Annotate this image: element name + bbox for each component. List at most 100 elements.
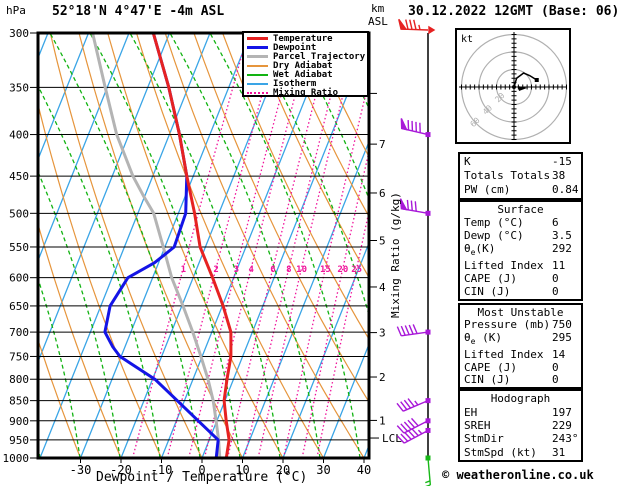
panel-row-label: θe(K) xyxy=(464,241,496,258)
wind-barb xyxy=(400,118,431,138)
panel-row-label: θe (K) xyxy=(464,331,502,347)
pressure-axis-labels: 300 350 400 450 500 550 600 650 700 750 800 850 900 9… xyxy=(3,27,30,465)
temp-tick-label: -30 xyxy=(70,463,92,477)
mixing-ratio-value: 8 xyxy=(286,265,291,275)
panel-row-label: Pressure (mb) xyxy=(464,318,551,332)
panel-row-value: 229 xyxy=(552,418,572,432)
data-panel: K -15 Totals Totals 38 PW (cm) 0.84 xyxy=(458,152,583,200)
panel-row-value: 243° xyxy=(552,432,579,446)
panel-row: StmSpd (kt) 31 xyxy=(464,445,577,459)
legend-swatch xyxy=(247,37,268,40)
pressure-tick-label: 500 xyxy=(9,207,29,220)
km-tick-label: 1 xyxy=(379,414,386,427)
barb-feather xyxy=(412,324,418,334)
isotherm xyxy=(0,33,8,458)
barb-marker xyxy=(425,427,431,433)
panel-row: Pressure (mb) 750 xyxy=(464,319,577,331)
barb-feather xyxy=(406,199,410,210)
legend-swatch xyxy=(247,46,268,49)
mixing-ratio-value: 25 xyxy=(351,265,362,275)
barb-marker xyxy=(428,25,436,35)
panel-row: CAPE (J) 0 xyxy=(464,360,577,374)
panel-row: CIN (J) 0 xyxy=(464,284,577,298)
panel-row-label: CIN (J) xyxy=(464,373,511,387)
pressure-tick-label: 900 xyxy=(9,415,29,428)
barb-feather xyxy=(409,19,413,30)
barb-marker xyxy=(425,418,431,424)
pressure-tick-label: 800 xyxy=(9,373,29,386)
pressure-tick-label: 550 xyxy=(9,241,29,254)
panel-row: Totals Totals 38 xyxy=(464,170,577,182)
mixing-ratio-value: 15 xyxy=(320,265,331,275)
isotherm xyxy=(39,33,211,458)
pressure-tick-label: 450 xyxy=(9,170,29,183)
km-tick-label: 3 xyxy=(379,327,386,340)
panel-row: Dewp (°C) 3.5 xyxy=(464,228,577,242)
barb-flag xyxy=(400,118,408,131)
panel-row-label: K xyxy=(464,155,471,168)
panel-row-value: 31 xyxy=(552,445,566,459)
panel-row-value: 0.84 xyxy=(552,183,579,196)
data-panel: Surface Temp (°C) 6 Dewp (°C) 3.5 θe(K) 292 Lif… xyxy=(458,200,583,301)
legend-swatch xyxy=(247,64,268,67)
panel-row-value: 3.5 xyxy=(552,228,572,242)
legend: Temperature Dewpoint Parcel Trajectory Dry … xyxy=(242,31,369,98)
barb-feather xyxy=(405,19,409,30)
wind-barb xyxy=(398,18,436,35)
pressure-tick-label: 850 xyxy=(9,395,29,408)
legend-item: Mixing Ratio xyxy=(247,87,364,98)
hodograph-origin-dot xyxy=(512,85,516,89)
panel-row: θe(K) 292 xyxy=(464,241,577,259)
pressure-tick-label: 400 xyxy=(9,129,29,142)
panel-row-value: 38 xyxy=(552,169,566,182)
mixing-ratio-value: 4 xyxy=(248,265,254,275)
mixing-ratio-value: 20 xyxy=(337,265,348,275)
barb-marker xyxy=(425,398,431,404)
wind-barb xyxy=(396,398,431,412)
barb-feather xyxy=(410,200,413,211)
pressure-tick-label: 950 xyxy=(9,434,29,447)
panel-title: Surface xyxy=(497,202,544,216)
pressure-tick-label: 300 xyxy=(9,27,29,40)
barb-feather xyxy=(404,325,410,336)
legend-swatch xyxy=(247,73,268,76)
panel-row-label: CIN (J) xyxy=(464,284,511,298)
panel-row-label: Temp (°C) xyxy=(464,215,524,229)
mixing-ratio-axis-title: Mixing Ratio (g/kg) xyxy=(389,192,402,318)
hodograph-trace xyxy=(513,72,538,88)
panel-row: CIN (J) 0 xyxy=(464,374,577,386)
barb-feather xyxy=(413,19,417,30)
temp-tick-label: 40 xyxy=(357,463,371,477)
hodograph-box: 20 40 60 kt xyxy=(455,28,571,144)
barb-half-feather xyxy=(425,480,431,484)
panel-row-value: 750 xyxy=(552,318,572,332)
panel-row: θe (K) 295 xyxy=(464,331,577,348)
panel-row: SREH 229 xyxy=(464,418,577,432)
watermark: © weatheronline.co.uk xyxy=(442,468,594,482)
panel-title: Hodograph xyxy=(490,392,551,406)
panel-row: K -15 xyxy=(464,156,577,168)
legend-swatch xyxy=(247,91,268,94)
panel-row-label: Lifted Index xyxy=(464,347,544,361)
panel-row-label: SREH xyxy=(464,418,491,432)
km-tick-label: 6 xyxy=(379,187,386,200)
panel-title: Most Unstable xyxy=(477,305,564,319)
pressure-tick-label: 700 xyxy=(9,326,29,339)
temp-tick-label: 30 xyxy=(316,463,330,477)
hodograph-trace-end-marker xyxy=(534,78,539,82)
mixing-ratio-value: 3 xyxy=(234,265,239,275)
panel-row-value: 11 xyxy=(552,259,566,273)
pressure-tick-label: 350 xyxy=(9,81,29,94)
dry-adiabat xyxy=(38,101,163,458)
panel-row-value: -15 xyxy=(552,155,572,168)
mixing-ratio-value: 2 xyxy=(213,265,218,275)
data-panel: Hodograph EH 197 SREH 229 StmDir 243° StmSpd (k… xyxy=(458,389,583,462)
panel-row-value: 0 xyxy=(552,272,559,285)
pressure-tick-label: 750 xyxy=(9,350,29,363)
barb-marker xyxy=(425,329,431,335)
legend-label: Mixing Ratio xyxy=(273,87,339,98)
barb-half-feather xyxy=(414,400,419,406)
panel-row: Lifted Index 14 xyxy=(464,347,577,361)
panel-row-label: Dewp (°C) xyxy=(464,228,524,242)
panel-row-value: 0 xyxy=(552,360,559,374)
